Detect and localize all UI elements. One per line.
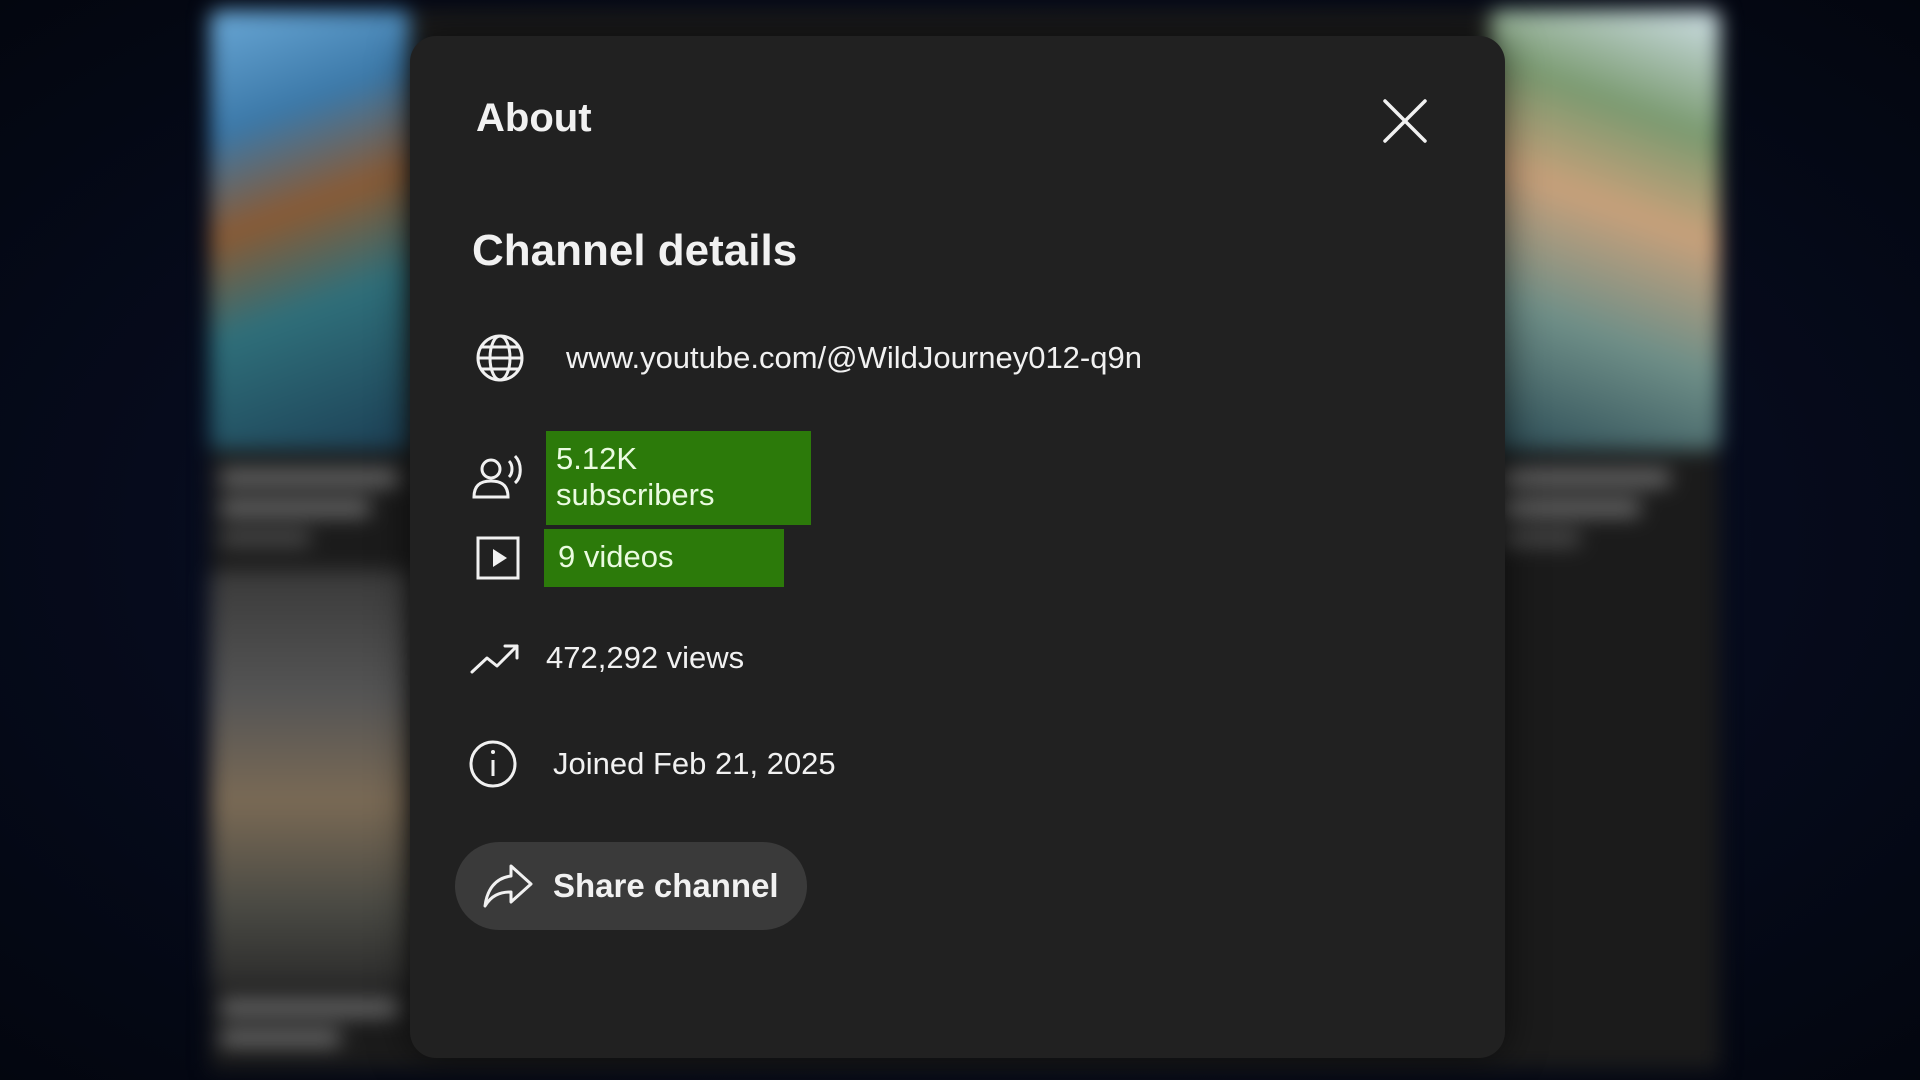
play-box-icon <box>470 530 526 586</box>
subscribers-row: 5.12K subscribers <box>470 431 811 525</box>
channel-url-link[interactable]: www.youtube.com/@WildJourney012-q9n <box>566 340 1142 376</box>
joined-row: Joined Feb 21, 2025 <box>465 736 836 792</box>
people-icon <box>470 450 526 506</box>
channel-details-heading: Channel details <box>472 226 798 275</box>
videos-row: 9 videos <box>470 529 784 587</box>
close-button[interactable] <box>1375 91 1435 151</box>
blurred-video-meta <box>220 530 310 546</box>
share-channel-button[interactable]: Share channel <box>455 842 807 930</box>
blurred-video-title <box>220 1030 340 1046</box>
video-thumbnail <box>210 10 410 450</box>
video-thumbnail <box>1490 10 1720 450</box>
share-channel-label: Share channel <box>553 867 779 904</box>
share-arrow-icon <box>481 859 535 913</box>
close-icon <box>1383 99 1427 143</box>
info-icon <box>465 736 521 792</box>
blurred-video-title <box>220 1000 400 1016</box>
blurred-video-title <box>1500 470 1670 486</box>
views-row: 472,292 views <box>468 630 744 686</box>
joined-date: Joined Feb 21, 2025 <box>553 746 836 781</box>
blurred-video-title <box>1500 500 1640 516</box>
video-count: 9 videos <box>544 529 784 587</box>
video-thumbnail <box>210 570 410 990</box>
channel-url-row: www.youtube.com/@WildJourney012-q9n <box>472 330 1142 386</box>
blurred-video-title <box>220 470 400 486</box>
blurred-video-meta <box>1500 530 1580 546</box>
trending-up-icon <box>468 630 524 686</box>
dialog-title: About <box>476 96 592 140</box>
subscriber-count: 5.12K subscribers <box>546 431 811 525</box>
blurred-video-title <box>220 500 370 516</box>
screen-background: About Channel details www.youtube.com/@W… <box>0 0 1920 1080</box>
about-dialog: About Channel details www.youtube.com/@W… <box>410 36 1505 1058</box>
globe-icon <box>472 330 528 386</box>
view-count: 472,292 views <box>546 640 745 675</box>
